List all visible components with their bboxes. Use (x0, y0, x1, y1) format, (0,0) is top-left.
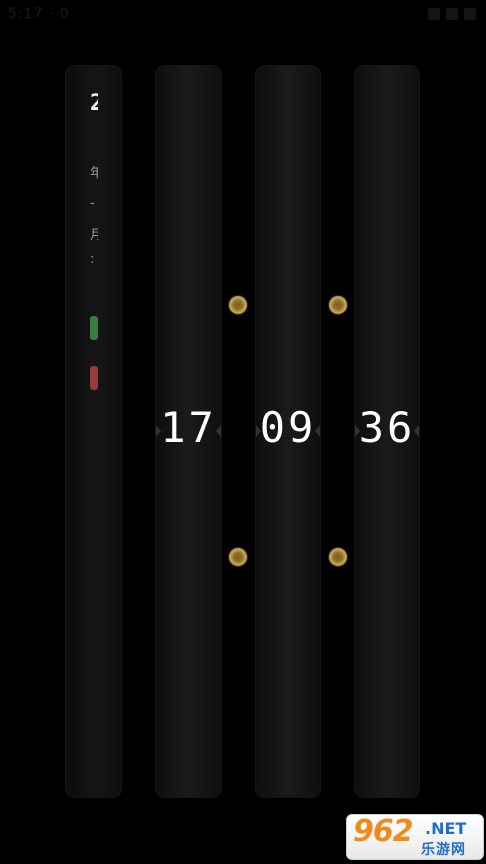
date-info-content: 20 年 - 月 : (90, 90, 98, 400)
info-line-1: 年 (90, 166, 98, 181)
watermark-domain: .NET (425, 819, 467, 838)
info-line-2: - (90, 196, 95, 211)
info-line-4: : (90, 252, 95, 267)
minute-digits: 09 (259, 403, 317, 452)
watermark-number: 962 (353, 814, 414, 849)
flip-clock-screen: 5:17 · 0 20 年 - 月 : 17 09 36 962 .NET 乐游… (0, 0, 486, 864)
second-digits: 36 (358, 403, 416, 452)
rivet-icon (329, 296, 347, 314)
status-time: 5:17 · 0 (8, 6, 70, 22)
wifi-icon (428, 8, 440, 20)
status-bar: 5:17 · 0 (0, 0, 486, 30)
status-badge-green[interactable] (90, 316, 98, 340)
info-line-3: 月 (90, 228, 98, 243)
battery-icon (464, 8, 476, 20)
hour-digits: 17 (160, 403, 217, 452)
status-badge-red[interactable] (90, 366, 98, 390)
rivet-icon (229, 296, 247, 314)
rivet-icon (229, 548, 247, 566)
status-icons (428, 8, 476, 20)
rivet-icon (329, 548, 347, 566)
signal-icon (446, 8, 458, 20)
year-text: 20 (90, 91, 98, 116)
watermark-cn: 乐游网 (421, 842, 466, 858)
site-watermark-logo: 962 .NET 乐游网 (346, 814, 484, 860)
